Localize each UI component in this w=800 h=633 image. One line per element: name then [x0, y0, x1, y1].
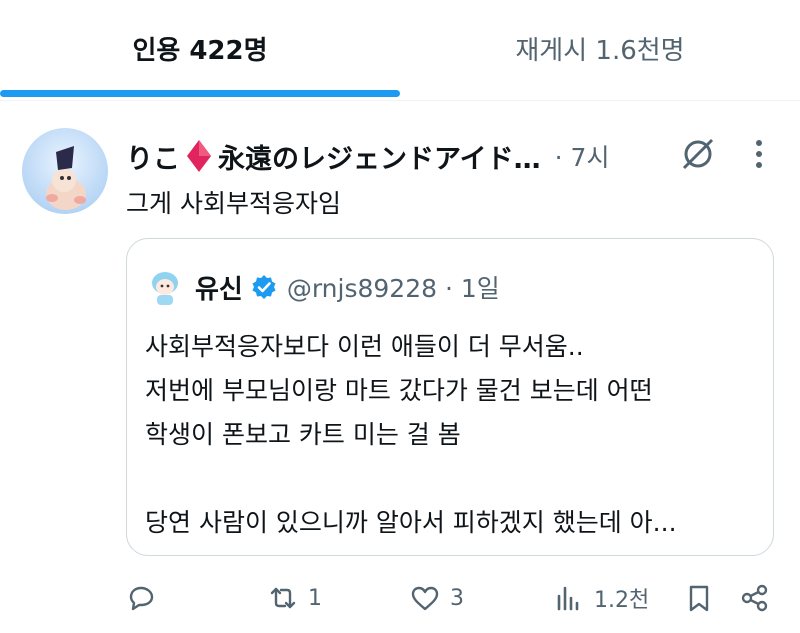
views-icon: [557, 586, 579, 611]
repost-count: 1: [308, 585, 322, 611]
active-tab-indicator: [0, 90, 400, 97]
display-name-suffix[interactable]: 永遠のレジェンドアイド…: [218, 137, 541, 176]
views-count: 1.2천: [594, 588, 650, 613]
grok-icon[interactable]: [678, 134, 718, 174]
tab-reposts[interactable]: 재게시 1.6천명: [400, 0, 800, 100]
more-icon[interactable]: [748, 138, 770, 170]
like-icon: [411, 586, 439, 611]
quoted-avatar: [145, 267, 185, 307]
tab-bar: 인용 422명 재게시 1.6천명: [0, 0, 800, 100]
repost-icon: [270, 587, 296, 609]
quoted-text: 사회부적응자보다 이런 애들이 더 무서움.. 저번에 부모님이랑 마트 갔다가…: [145, 332, 677, 537]
bookmark-button[interactable]: [684, 578, 714, 618]
views-button[interactable]: 1.2천: [554, 578, 649, 618]
quoted-tweet[interactable]: 유신 @rnjs89228 · 1일 사회부적응자보다 이런 애들이 더 무서움…: [126, 238, 774, 556]
bookmark-icon: [689, 585, 709, 612]
like-count: 3: [450, 585, 464, 611]
tab-divider: [0, 100, 800, 101]
action-bar: 1 3 1.2천: [126, 578, 776, 618]
tweet-header: りこ 永遠のレジェンドアイド… · 7시: [126, 134, 609, 178]
verified-badge-icon: [251, 274, 277, 300]
share-icon: [741, 584, 768, 612]
quoted-display-name[interactable]: 유신: [195, 269, 243, 306]
tab-quotes[interactable]: 인용 422명: [0, 0, 400, 100]
reply-icon: [129, 586, 154, 611]
diamond-icon: [186, 139, 212, 173]
avatar[interactable]: [22, 128, 108, 214]
like-button[interactable]: 3: [410, 578, 464, 618]
repost-button[interactable]: 1: [268, 578, 322, 618]
share-button[interactable]: [740, 578, 770, 618]
tweet-time[interactable]: · 7시: [555, 138, 610, 174]
quoted-handle-time[interactable]: @rnjs89228 · 1일: [287, 269, 500, 305]
quoted-header: 유신 @rnjs89228 · 1일: [145, 267, 500, 307]
reply-button[interactable]: [126, 578, 166, 618]
tweet-text: 그게 사회부적응자임: [126, 189, 341, 218]
display-name-prefix[interactable]: りこ: [126, 137, 180, 176]
